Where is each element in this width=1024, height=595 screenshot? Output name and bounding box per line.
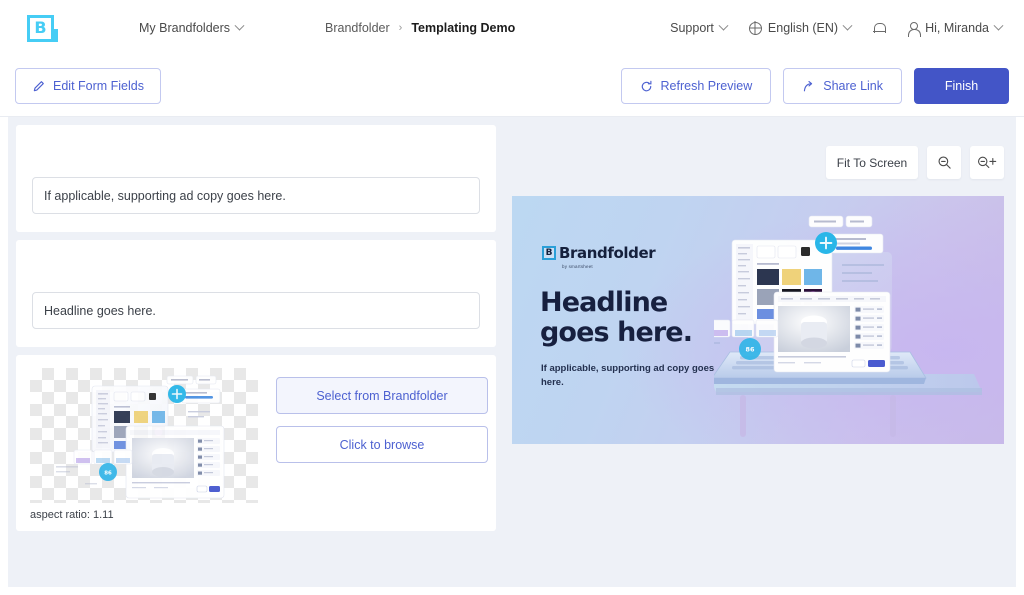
brandfolder-logo-icon: B: [27, 14, 58, 42]
svg-text:86: 86: [104, 470, 112, 476]
chevron-down-icon: [842, 20, 853, 31]
ad-body-copy: If applicable, supporting ad copy goes h…: [541, 363, 715, 389]
breadcrumb-separator-icon: ›: [398, 22, 403, 34]
language-label: English (EN): [767, 21, 839, 35]
breadcrumb-current: Templating Demo: [411, 21, 516, 35]
laptop-illustration-icon: 86: [714, 215, 982, 437]
ad-logo-text: Brandfolder: [559, 244, 656, 262]
action-toolbar: Edit Form Fields Refresh Preview Share L…: [0, 56, 1024, 117]
ad-logo-subtext: by smartsheet: [562, 264, 593, 269]
click-to-browse-button[interactable]: Click to browse: [276, 426, 488, 463]
fit-to-screen-label: Fit To Screen: [836, 155, 908, 170]
select-from-brandfolder-button[interactable]: Select from Brandfolder: [276, 377, 488, 414]
ad-logo: B Brandfolder by smartsheet: [542, 244, 656, 269]
top-navigation-bar: B My Brandfolders Brandfolder › Templati…: [0, 0, 1024, 56]
breadcrumb: Brandfolder › Templating Demo: [325, 21, 515, 35]
ad-headline-line2: goes here.: [540, 317, 693, 349]
zoom-in-icon: [977, 155, 997, 170]
support-menu[interactable]: Support: [670, 20, 729, 35]
editor-canvas: 86 aspect ratio: 1.11: [8, 117, 1016, 587]
nav-secondary: Support English (EN) Hi, Miranda: [670, 20, 1004, 37]
bell-icon[interactable]: [873, 22, 887, 35]
ad-headline: Headline goes here.: [540, 287, 693, 349]
zoom-out-button[interactable]: [927, 146, 961, 179]
zoom-out-icon: [937, 155, 952, 170]
ad-copy-input[interactable]: [32, 177, 480, 214]
field-label: [32, 145, 480, 160]
share-link-button[interactable]: Share Link: [783, 68, 902, 104]
preview-zoom-toolbar: Fit To Screen: [826, 146, 1004, 179]
ad-logo-letter: B: [545, 247, 553, 258]
finish-button[interactable]: Finish: [914, 68, 1009, 104]
thumbnail-artwork-icon: 86: [56, 375, 225, 499]
refresh-preview-button[interactable]: Refresh Preview: [620, 68, 772, 104]
image-action-buttons: Select from Brandfolder Click to browse: [276, 368, 488, 463]
globe-icon: [748, 21, 762, 35]
breadcrumb-root[interactable]: Brandfolder: [325, 21, 390, 35]
field-label: [32, 260, 480, 275]
edit-form-fields-label: Edit Form Fields: [53, 79, 144, 93]
click-to-browse-label: Click to browse: [339, 437, 425, 452]
edit-form-fields-button[interactable]: Edit Form Fields: [15, 68, 161, 104]
refresh-preview-label: Refresh Preview: [660, 79, 753, 93]
page-body: 86 aspect ratio: 1.11: [0, 117, 1024, 595]
aspect-ratio-label: aspect ratio: 1.11: [30, 509, 114, 521]
form-fields-panel: 86 aspect ratio: 1.11: [8, 117, 504, 531]
account-menu[interactable]: Hi, Miranda: [907, 20, 1004, 37]
support-label: Support: [670, 21, 714, 35]
preview-panel: Fit To Screen 86 B Brandfolder by smarts…: [504, 117, 1016, 444]
language-menu[interactable]: English (EN): [748, 20, 853, 35]
share-link-label: Share Link: [823, 79, 883, 93]
finish-label: Finish: [944, 79, 979, 93]
form-field-card: [16, 240, 496, 347]
form-field-card: [16, 125, 496, 232]
refresh-icon: [640, 80, 653, 93]
svg-text:86: 86: [746, 346, 755, 354]
image-field-card: 86 aspect ratio: 1.11 Select from Brandf…: [16, 355, 496, 531]
account-label: Hi, Miranda: [925, 21, 989, 35]
fit-to-screen-button[interactable]: Fit To Screen: [826, 146, 918, 179]
ad-headline-line1: Headline: [540, 287, 668, 318]
headline-input[interactable]: [32, 292, 480, 329]
brandfolder-logo[interactable]: B: [27, 13, 63, 43]
ad-preview[interactable]: 86 B Brandfolder by smartsheet Headline …: [512, 196, 1004, 444]
chevron-down-icon: [718, 20, 729, 31]
ad-logo-icon: B: [542, 246, 556, 260]
zoom-in-button[interactable]: [970, 146, 1004, 179]
image-thumbnail[interactable]: 86: [30, 368, 258, 503]
pencil-icon: [32, 80, 45, 93]
logo-letter: B: [34, 17, 47, 37]
my-brandfolders-label: My Brandfolders: [139, 21, 231, 35]
chevron-down-icon: [993, 20, 1004, 31]
my-brandfolders-menu[interactable]: My Brandfolders: [139, 20, 245, 35]
user-icon: [907, 21, 921, 37]
action-toolbar-right: Refresh Preview Share Link Finish: [620, 68, 1009, 104]
image-thumbnail-column: 86 aspect ratio: 1.11: [30, 368, 258, 521]
chevron-down-icon: [234, 20, 245, 31]
share-icon: [802, 80, 815, 93]
nav-primary: My Brandfolders: [139, 20, 245, 35]
select-from-brandfolder-label: Select from Brandfolder: [316, 388, 448, 403]
